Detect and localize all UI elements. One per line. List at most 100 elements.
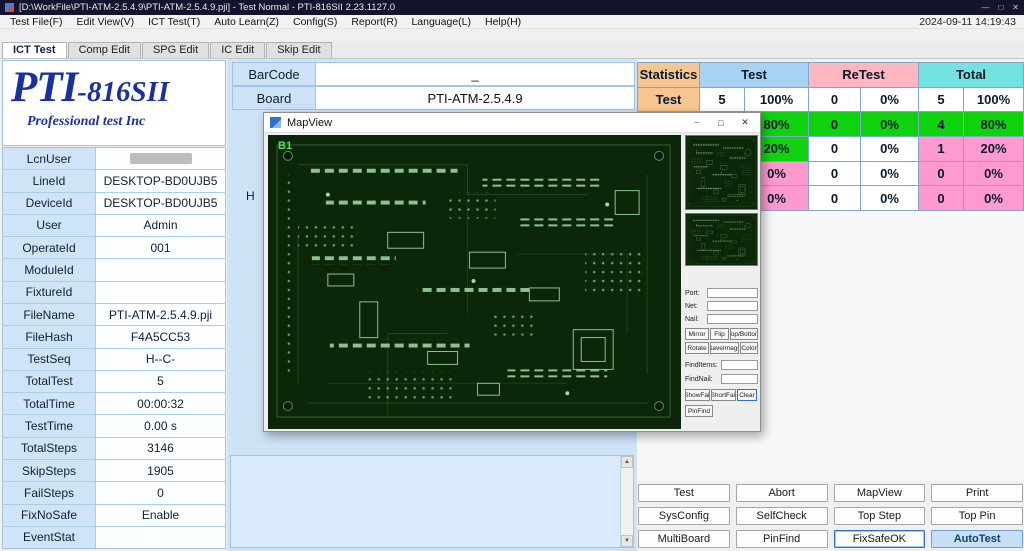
- fixsafeok-button[interactable]: FixSafeOK: [834, 530, 926, 548]
- find-items-input[interactable]: [721, 360, 758, 370]
- save-image-button[interactable]: SaveImage: [710, 342, 739, 354]
- info-value: H--C-: [96, 349, 225, 370]
- mirror-row: Mirror Flip Top/Bottom: [685, 328, 758, 340]
- rotate-button[interactable]: Rotate: [685, 342, 709, 354]
- menu-language[interactable]: Language(L): [404, 16, 478, 28]
- port-input[interactable]: [707, 288, 758, 298]
- menu-auto-learn[interactable]: Auto Learn(Z): [207, 16, 286, 28]
- info-value: Admin: [96, 215, 225, 236]
- info-value: DESKTOP-BD0UJB5: [96, 193, 225, 214]
- mapview-minimize-icon[interactable]: ⎯: [685, 114, 709, 132]
- color-button[interactable]: Color: [740, 342, 758, 354]
- autotest-button[interactable]: AutoTest: [931, 530, 1023, 548]
- stats-cell: 0%: [964, 186, 1024, 211]
- stats-cell: 80%: [964, 112, 1024, 137]
- stats-cell: 0%: [861, 137, 919, 162]
- selfcheck-button[interactable]: SelfCheck: [736, 507, 828, 525]
- mapview-side-panel: Port: Net: Nail: Mirror Flip Top/Bottom …: [685, 135, 758, 429]
- pin-find-button[interactable]: PinFind: [685, 405, 713, 417]
- mapview-title: MapView: [287, 117, 685, 129]
- app-window: [D:\WorkFile\PTI-ATM-2.5.4.9\PTI-ATM-2.5…: [0, 0, 1024, 551]
- mapview-close-icon[interactable]: ✕: [733, 114, 757, 132]
- board-value: PTI-ATM-2.5.4.9: [316, 86, 635, 110]
- table-row: TestSeq H--C-: [3, 349, 225, 371]
- print-button[interactable]: Print: [931, 484, 1023, 502]
- pinfind-row: PinFind: [685, 405, 713, 417]
- pcb-map-canvas[interactable]: B1: [268, 135, 681, 429]
- sysconfig-button[interactable]: SysConfig: [638, 507, 730, 525]
- stats-cell: 5: [700, 88, 745, 113]
- table-row: LineId DESKTOP-BD0UJB5: [3, 170, 225, 192]
- find-nail-label: FindNail:: [685, 376, 721, 383]
- fail-buttons-row: ShowFail ShortFail Clear: [685, 389, 757, 401]
- minimize-icon[interactable]: —: [981, 3, 989, 12]
- table-row: SkipSteps 1905: [3, 460, 225, 482]
- mirror-button[interactable]: Mirror: [685, 328, 709, 340]
- info-label: TestSeq: [3, 349, 96, 370]
- find-nail-input[interactable]: [721, 374, 758, 384]
- info-value: 3146: [96, 438, 225, 459]
- nail-input[interactable]: [707, 314, 758, 324]
- pcb-artwork: [268, 135, 679, 427]
- tab-ic-edit[interactable]: IC Edit: [210, 42, 265, 58]
- top-step-button[interactable]: Top Step: [834, 507, 926, 525]
- table-row: FixtureId: [3, 282, 225, 304]
- scrollbar[interactable]: ▲ ▼: [620, 456, 633, 547]
- mapview-window: MapView ⎯ □ ✕ B1 Port: Net:: [263, 112, 761, 432]
- stats-cell: 0: [809, 162, 861, 187]
- table-row: LcnUser: [3, 148, 225, 170]
- tab-skip-edit[interactable]: Skip Edit: [266, 42, 331, 58]
- info-value: PTI-ATM-2.5.4.9.pji: [96, 304, 225, 325]
- net-field: Net:: [685, 300, 758, 312]
- table-row: DeviceId DESKTOP-BD0UJB5: [3, 193, 225, 215]
- stats-cell: 5: [919, 88, 964, 113]
- table-row: FixNoSafe Enable: [3, 505, 225, 527]
- multiboard-button[interactable]: MultiBoard: [638, 530, 730, 548]
- pinfind-button[interactable]: PinFind: [736, 530, 828, 548]
- result-list-panel: ▲ ▼: [230, 455, 634, 548]
- menu-test-file[interactable]: Test File(F): [3, 16, 70, 28]
- flip-button[interactable]: Flip: [710, 328, 729, 340]
- scroll-up-icon[interactable]: ▲: [621, 456, 633, 468]
- stats-cell: Test: [638, 88, 700, 113]
- test-button[interactable]: Test: [638, 484, 730, 502]
- scroll-down-icon[interactable]: ▼: [621, 535, 633, 547]
- stats-cell: 1: [919, 137, 964, 162]
- menu-help[interactable]: Help(H): [478, 16, 528, 28]
- info-label: TotalTime: [3, 393, 96, 414]
- port-field: Port:: [685, 287, 758, 299]
- mapview-maximize-icon[interactable]: □: [709, 114, 733, 132]
- menu-report[interactable]: Report(R): [344, 16, 404, 28]
- stats-cell: 0%: [861, 162, 919, 187]
- clear-button[interactable]: Clear: [737, 389, 757, 401]
- menu-ict-test[interactable]: ICT Test(T): [141, 16, 207, 28]
- barcode-label: BarCode: [232, 62, 316, 86]
- mapview-titlebar[interactable]: MapView ⎯ □ ✕: [264, 113, 760, 133]
- stats-cell: 0: [809, 186, 861, 211]
- tab-ict-test[interactable]: ICT Test: [2, 42, 67, 58]
- abort-button[interactable]: Abort: [736, 484, 828, 502]
- top-pin-button[interactable]: Top Pin: [931, 507, 1023, 525]
- show-fail-button[interactable]: ShowFail: [685, 389, 710, 401]
- barcode-input[interactable]: _: [316, 62, 635, 86]
- menu-edit-view[interactable]: Edit View(V): [70, 16, 142, 28]
- tab-comp-edit[interactable]: Comp Edit: [68, 42, 141, 58]
- barcode-row: BarCode _: [232, 62, 635, 86]
- stats-cell: 100%: [745, 88, 809, 113]
- board-thumbnail-top[interactable]: [685, 135, 758, 210]
- table-row: ModuleId: [3, 259, 225, 281]
- board-thumbnail-bottom[interactable]: [685, 213, 758, 266]
- net-input[interactable]: [707, 301, 758, 311]
- table-row: TotalTest 5: [3, 371, 225, 393]
- short-fail-button[interactable]: ShortFail: [711, 389, 736, 401]
- maximize-icon[interactable]: □: [998, 3, 1003, 12]
- info-value: 1905: [96, 460, 225, 481]
- brand-tagline: Professional test Inc: [11, 114, 225, 130]
- top-bottom-button[interactable]: Top/Bottom: [730, 328, 758, 340]
- mapview-button[interactable]: MapView: [834, 484, 926, 502]
- tab-spg-edit[interactable]: SPG Edit: [142, 42, 209, 58]
- stats-cell: 0: [919, 186, 964, 211]
- stats-header-total: Total: [919, 63, 1024, 88]
- menu-config[interactable]: Config(S): [286, 16, 344, 28]
- close-icon[interactable]: ✕: [1012, 3, 1019, 12]
